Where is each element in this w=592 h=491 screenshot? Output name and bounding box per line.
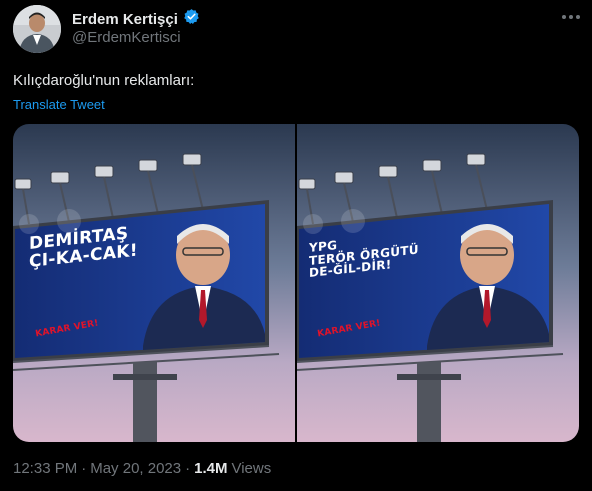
- meta-separator: ·: [185, 460, 191, 477]
- avatar-image: [13, 5, 61, 53]
- views-count[interactable]: 1.4M: [194, 460, 227, 477]
- translate-tweet-link[interactable]: Translate Tweet: [13, 97, 105, 112]
- author-handle[interactable]: @ErdemKertisci: [72, 29, 181, 46]
- display-name[interactable]: Erdem Kertişçi: [72, 11, 178, 28]
- tweet-time[interactable]: 12:33 PM: [13, 460, 77, 477]
- billboard-right-graphic: [297, 124, 579, 442]
- media-image-right[interactable]: YPG TERÖR ÖRGÜTÜ DE-ĞİL-DİR! KARAR VER!: [297, 124, 579, 442]
- avatar[interactable]: [13, 5, 61, 53]
- meta-separator: ·: [81, 460, 87, 477]
- views-label: Views: [231, 460, 272, 477]
- tweet-text: Kılıçdaroğlu'nun reklamları:: [13, 72, 195, 89]
- tweet-meta: 12:33 PM · May 20, 2023 · 1.4M Views: [13, 460, 271, 477]
- more-options-icon[interactable]: [560, 8, 582, 26]
- tweet-date[interactable]: May 20, 2023: [90, 460, 181, 477]
- billboard-left-graphic: [13, 124, 295, 442]
- author-name-row[interactable]: Erdem Kertişçi: [72, 8, 200, 30]
- tweet-media: DEMİRTAŞ ÇI-KA-CAK! KARAR VER! YPG TERÖR…: [13, 124, 579, 442]
- verified-badge-icon: [183, 8, 200, 30]
- media-image-left[interactable]: DEMİRTAŞ ÇI-KA-CAK! KARAR VER!: [13, 124, 295, 442]
